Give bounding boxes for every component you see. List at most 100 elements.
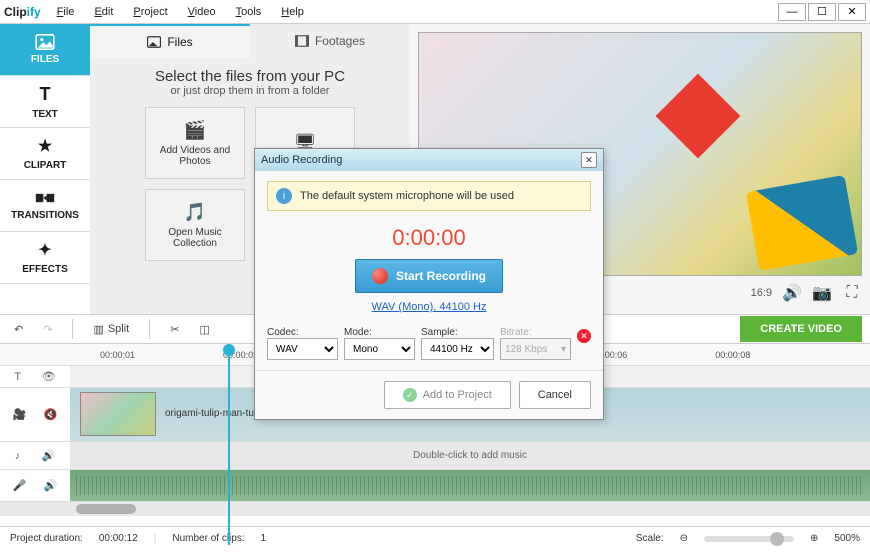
files-subheading: or just drop them in from a folder xyxy=(171,85,330,97)
mute-icon[interactable]: 🔇 xyxy=(44,408,58,421)
mode-field: Mode: Mono xyxy=(344,327,415,360)
titlebar: Clipify File Edit Project Video Tools He… xyxy=(0,0,870,24)
bitrate-label: Bitrate: xyxy=(500,327,571,338)
zoom-in-button[interactable]: ⊕ xyxy=(810,533,818,544)
menu-tools[interactable]: Tools xyxy=(236,6,262,18)
text-track-icon: T xyxy=(14,371,21,383)
info-text: The default system microphone will be us… xyxy=(300,190,514,202)
clips-label: Number of clips: xyxy=(172,533,244,544)
dialog-close-button[interactable]: ✕ xyxy=(581,152,597,168)
zoom-out-button[interactable]: ⊖ xyxy=(680,533,688,544)
info-banner: i The default system microphone will be … xyxy=(267,181,591,211)
redo-button[interactable]: ↷ xyxy=(37,317,58,341)
card-label: Add Videos and Photos xyxy=(146,145,244,167)
brand-prefix: Clip xyxy=(4,5,27,19)
timeline-scrollbar[interactable] xyxy=(0,502,870,516)
track-voice: 🎤 🔊 xyxy=(0,470,870,502)
close-button[interactable]: ✕ xyxy=(838,3,866,21)
dialog-title: Audio Recording xyxy=(261,154,342,166)
file-tabs: Files Footages xyxy=(90,24,410,58)
tab-footages-label: Footages xyxy=(315,34,365,48)
scale-label: Scale: xyxy=(636,533,664,544)
sidenav-effects[interactable]: ✦ EFFECTS xyxy=(0,232,90,284)
info-icon: i xyxy=(276,188,292,204)
bitrate-select-disabled: 128 Kbps▾ xyxy=(500,338,571,360)
camera-track-icon: 🎥 xyxy=(13,408,27,421)
track-music: ♪ 🔊 Double-click to add music xyxy=(0,442,870,470)
undo-button[interactable]: ↶ xyxy=(8,317,29,341)
volume-icon[interactable]: 🔊 xyxy=(44,479,58,492)
split-button[interactable]: ▥ Split xyxy=(87,317,135,341)
ruler-mark: 00:00:08 xyxy=(715,350,750,360)
track-head-video: 🎥 🔇 xyxy=(0,388,70,441)
dialog-body: i The default system microphone will be … xyxy=(255,171,603,370)
files-heading: Select the files from your PC xyxy=(155,68,345,85)
cancel-button[interactable]: Cancel xyxy=(519,381,591,409)
mode-select[interactable]: Mono xyxy=(344,338,415,360)
sidenav-clipart[interactable]: ★ CLIPART xyxy=(0,128,90,180)
zoom-slider[interactable] xyxy=(704,536,794,542)
format-link[interactable]: WAV (Mono), 44100 Hz xyxy=(372,301,487,313)
sidenav-text[interactable]: T TEXT xyxy=(0,76,90,128)
sidenav-clipart-label: CLIPART xyxy=(24,160,67,171)
crop-icon: ◫ xyxy=(199,323,209,336)
mic-track-icon: 🎤 xyxy=(13,479,27,492)
wand-icon: ✦ xyxy=(38,240,51,260)
aspect-ratio-label: 16:9 xyxy=(751,287,772,299)
cancel-label: Cancel xyxy=(538,389,572,401)
transitions-icon xyxy=(35,190,55,206)
track-body-voice[interactable] xyxy=(70,470,870,501)
zoom-thumb[interactable] xyxy=(770,532,784,546)
maximize-button[interactable]: ☐ xyxy=(808,3,836,21)
dialog-footer: ✓ Add to Project Cancel xyxy=(255,370,603,419)
minimize-button[interactable]: — xyxy=(778,3,806,21)
sidenav-files-label: FILES xyxy=(31,54,59,65)
cut-button[interactable]: ✂ xyxy=(164,317,185,341)
bitrate-field: Bitrate: 128 Kbps▾ xyxy=(500,327,571,360)
menu-file[interactable]: File xyxy=(57,6,75,18)
menu-project[interactable]: Project xyxy=(133,6,167,18)
fullscreen-icon[interactable]: ⛶ xyxy=(842,283,862,303)
codec-field: Codec: WAV xyxy=(267,327,338,360)
menu-help[interactable]: Help xyxy=(281,6,304,18)
menu-video[interactable]: Video xyxy=(188,6,216,18)
playhead[interactable] xyxy=(228,344,230,545)
split-label: Split xyxy=(108,323,129,335)
add-to-project-button[interactable]: ✓ Add to Project xyxy=(384,381,511,409)
dialog-titlebar[interactable]: Audio Recording ✕ xyxy=(255,149,603,171)
create-video-button[interactable]: CREATE VIDEO xyxy=(740,316,862,342)
create-video-label: CREATE VIDEO xyxy=(760,323,842,335)
menu-edit[interactable]: Edit xyxy=(94,6,113,18)
card-label: Open Music Collection xyxy=(146,227,244,249)
card-open-music[interactable]: 🎵 Open Music Collection xyxy=(145,189,245,261)
scrollbar-thumb[interactable] xyxy=(76,504,136,514)
video-clip[interactable] xyxy=(80,392,156,436)
brand-suffix: ify xyxy=(27,5,41,19)
sidenav-files[interactable]: FILES xyxy=(0,24,90,76)
track-head-text: T 👁 xyxy=(0,366,70,387)
sidenav-transitions[interactable]: TRANSITIONS xyxy=(0,180,90,232)
scissors-icon: ✂ xyxy=(170,323,179,336)
sample-select[interactable]: 44100 Hz xyxy=(421,338,494,360)
reset-codec-button[interactable]: ✕ xyxy=(577,329,591,343)
track-body-music[interactable]: Double-click to add music xyxy=(70,442,870,469)
camera-icon: 🎬 xyxy=(184,120,206,141)
sample-label: Sample: xyxy=(421,327,494,338)
snapshot-icon[interactable]: 📷 xyxy=(812,283,832,303)
start-recording-label: Start Recording xyxy=(396,269,486,283)
volume-icon[interactable]: 🔊 xyxy=(782,283,802,303)
sidenav-effects-label: EFFECTS xyxy=(22,264,68,275)
window-controls: — ☐ ✕ xyxy=(778,3,866,21)
add-to-project-label: Add to Project xyxy=(423,389,492,401)
star-icon: ★ xyxy=(38,136,52,156)
visibility-icon[interactable]: 👁 xyxy=(42,370,56,383)
crop-button[interactable]: ◫ xyxy=(193,317,215,341)
tab-files[interactable]: Files xyxy=(90,24,250,58)
card-add-videos-photos[interactable]: 🎬 Add Videos and Photos xyxy=(145,107,245,179)
start-recording-button[interactable]: Start Recording xyxy=(355,259,503,293)
tab-footages[interactable]: Footages xyxy=(250,24,410,58)
image-icon xyxy=(35,34,55,50)
volume-icon[interactable]: 🔊 xyxy=(42,449,56,462)
status-bar: Project duration: 00:00:12 | Number of c… xyxy=(0,526,870,550)
codec-select[interactable]: WAV xyxy=(267,338,338,360)
